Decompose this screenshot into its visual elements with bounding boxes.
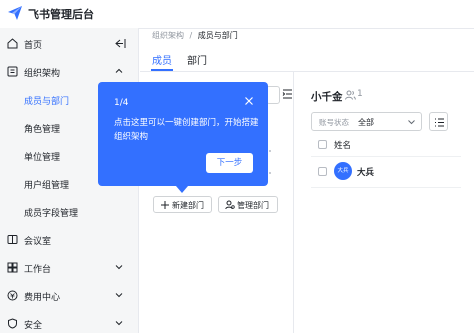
top-bar: 飞书管理后台 (0, 0, 474, 29)
members-icon (345, 90, 356, 100)
panel-divider (293, 72, 294, 333)
manage-department-button[interactable]: 管理部门 (218, 196, 278, 213)
sidebar-item-member-fields[interactable]: 成员字段管理 (0, 200, 138, 224)
next-step-button[interactable]: 下一步 (206, 153, 253, 173)
new-department-label: 新建部门 (172, 201, 204, 210)
breadcrumb: 组织架构 / 成员与部门 (152, 30, 238, 41)
filter-label: 账号状态 (319, 118, 349, 127)
manage-department-label: 管理部门 (237, 201, 269, 210)
chevron-down-icon (408, 120, 415, 125)
org-icon (7, 66, 18, 77)
meeting-room-icon (7, 235, 18, 244)
sidebar-item-org[interactable]: 组织架构 (0, 60, 138, 84)
sidebar-item-label: 成员与部门 (24, 97, 70, 107)
department-title: 小千金 (311, 91, 343, 103)
sidebar-item-label: 会议室 (24, 237, 52, 247)
sidebar-item-workbench[interactable]: 工作台 (0, 256, 138, 280)
breadcrumb-separator: / (189, 31, 193, 40)
column-settings-button[interactable] (429, 112, 448, 131)
plus-icon (161, 201, 169, 209)
avatar: 大兵 (334, 162, 352, 180)
sidebar-item-label: 用户组管理 (24, 181, 70, 191)
billing-icon (7, 290, 18, 301)
sidebar-item-label: 安全 (24, 321, 43, 331)
breadcrumb-parent[interactable]: 组织架构 (152, 31, 184, 40)
home-icon (7, 38, 18, 49)
breadcrumb-current: 成员与部门 (197, 31, 238, 40)
table-divider (311, 156, 461, 157)
chevron-down-icon (115, 265, 123, 270)
account-status-filter[interactable]: 账号状态 全部 (311, 112, 422, 131)
new-department-button[interactable]: 新建部门 (153, 196, 212, 213)
sidebar-item-label: 首页 (24, 41, 43, 51)
workbench-icon (7, 262, 18, 273)
select-all-checkbox[interactable] (318, 140, 327, 149)
tab-members[interactable]: 成员 (152, 52, 172, 67)
chevron-down-icon (115, 293, 123, 298)
member-name[interactable]: 大兵 (357, 166, 374, 178)
filter-value: 全部 (358, 118, 374, 127)
table-divider (311, 187, 461, 188)
tree-search-box[interactable] (266, 86, 280, 104)
sidebar-item-meeting-rooms[interactable]: 会议室 (0, 228, 138, 252)
sidebar-item-label: 费用中心 (24, 293, 61, 303)
name-column-header: 姓名 (334, 141, 352, 151)
sidebar-item-security[interactable]: 安全 (0, 312, 138, 336)
guide-text: 点击这里可以一键创建部门，开始搭建组织架构 (114, 118, 259, 142)
popover-arrow (176, 186, 188, 193)
chevron-down-icon (115, 321, 123, 326)
sidebar-item-home[interactable]: 首页 (0, 32, 138, 56)
app-logo-icon (8, 6, 22, 20)
sidebar-item-label: 成员字段管理 (24, 209, 79, 219)
sidebar-item-label: 角色管理 (24, 125, 61, 135)
sidebar-item-billing[interactable]: 费用中心 (0, 284, 138, 308)
sidebar-item-label: 工作台 (24, 265, 52, 275)
app-title: 飞书管理后台 (28, 8, 94, 21)
sidebar-item-label: 组织架构 (24, 69, 61, 79)
onboarding-popover: 1/4 点击这里可以一键创建部门，开始搭建组织架构 下一步 (98, 82, 268, 186)
shield-icon (8, 318, 17, 329)
chevron-up-icon (115, 68, 123, 73)
tree-menu-icon[interactable] (282, 88, 293, 100)
sidebar-item-label: 单位管理 (24, 153, 61, 163)
row-checkbox[interactable] (318, 167, 327, 176)
member-count: 1 (357, 89, 363, 99)
collapse-sidebar-icon[interactable] (114, 38, 126, 49)
tab-bar: 成员 部门 (140, 44, 474, 72)
manage-users-icon (225, 200, 235, 210)
close-icon[interactable] (244, 96, 254, 106)
active-tab-indicator (151, 69, 173, 71)
guide-step-counter: 1/4 (114, 98, 129, 108)
list-settings-icon (435, 118, 444, 127)
tab-departments[interactable]: 部门 (187, 52, 207, 67)
